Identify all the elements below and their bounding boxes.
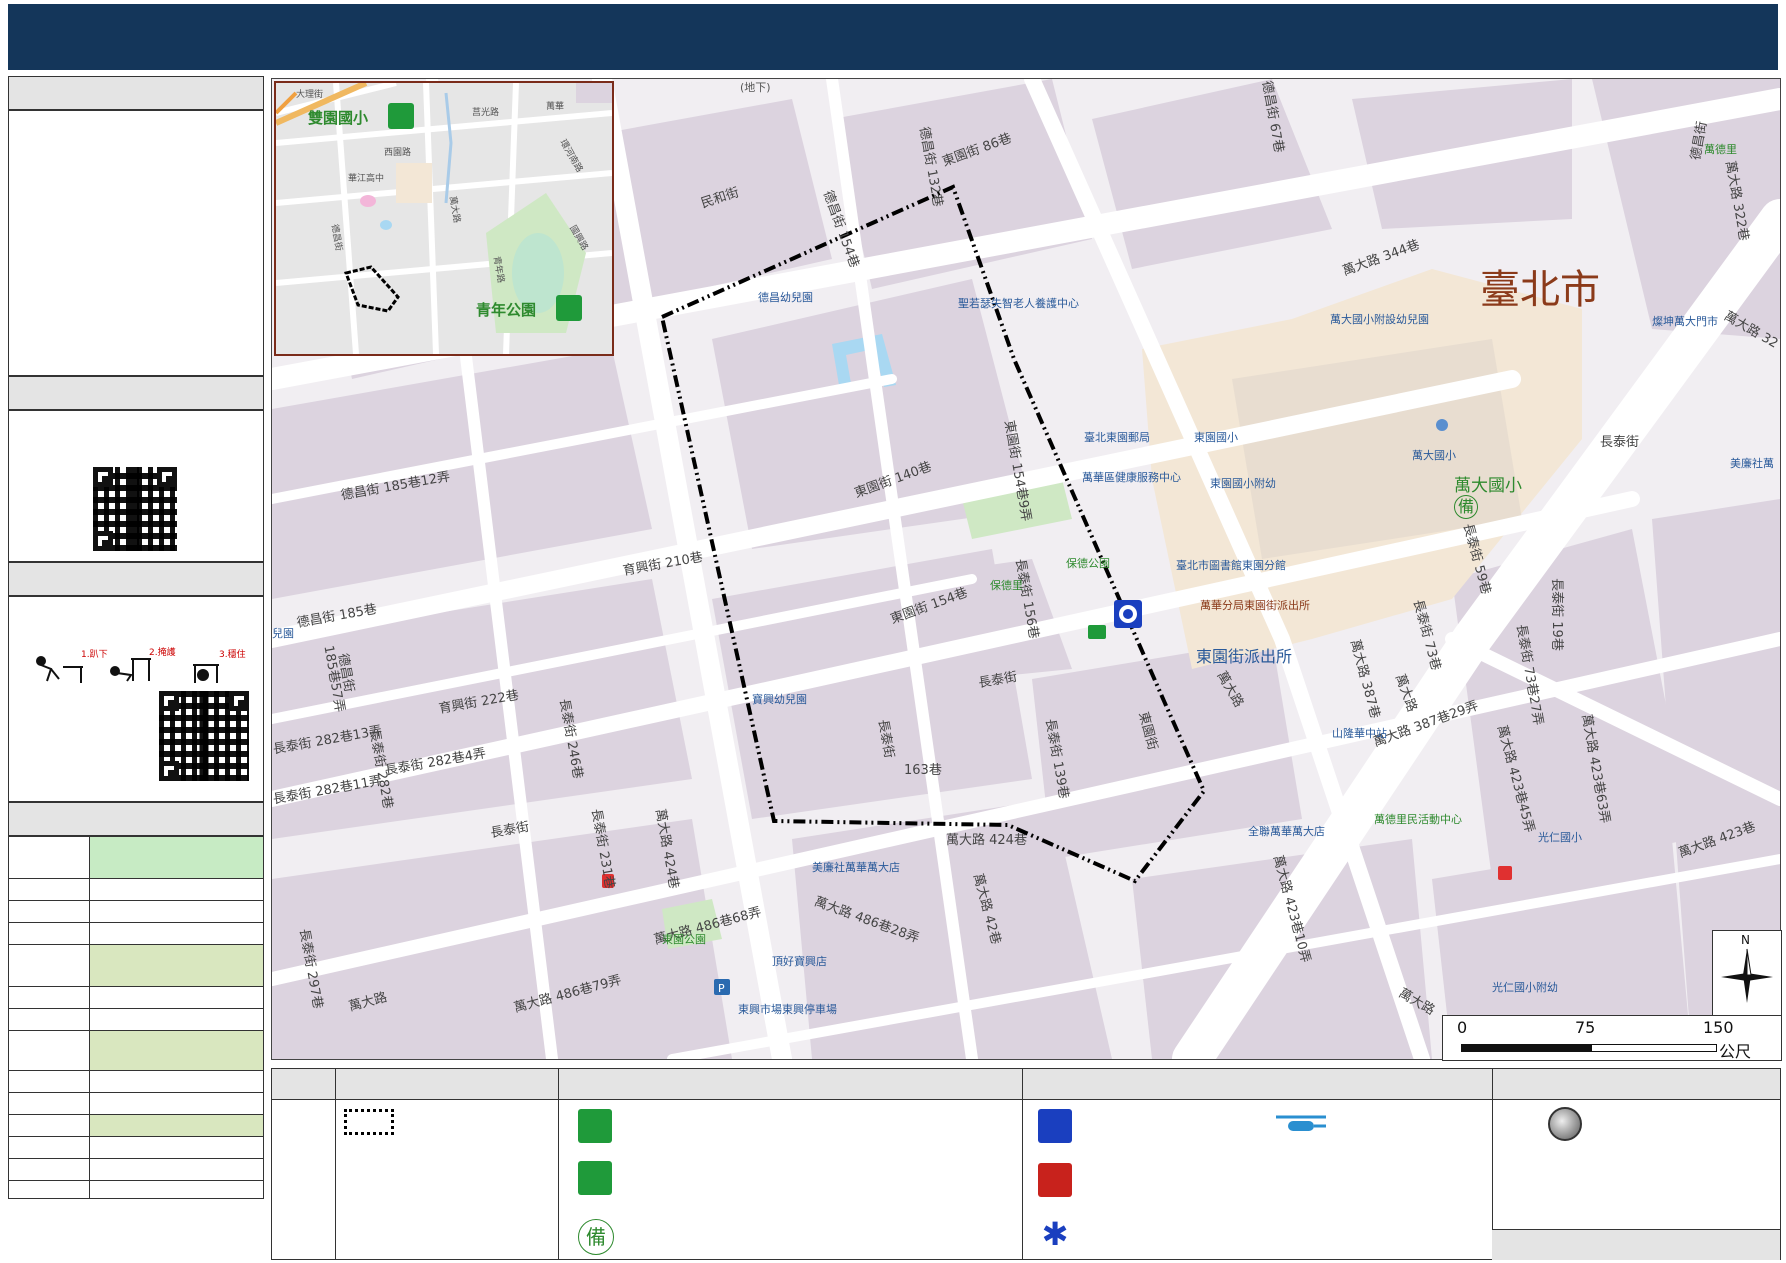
evacuation-site-icon [578,1161,612,1195]
description-box [8,110,264,376]
poi-label: 臺北東園郵局 [1084,431,1150,444]
inset-label-wanhua: 萬華 [546,102,565,112]
legend-header [272,1069,1780,1100]
svg-text:P: P [718,982,725,995]
legend-panel: 備 ✱ [271,1068,1781,1260]
qr-code-2[interactable] [159,691,249,781]
reserve-mark: 備 [1454,495,1478,519]
scale-tick-75: 75 [1575,1018,1596,1037]
poi-label: 東園國小 [1194,431,1238,444]
poi-label: 東園公園 [662,933,706,946]
poi-label: 燦坤萬大門市 [1652,315,1718,328]
poi-label: 頂好寶興店 [772,955,827,968]
police-icon [1110,603,1142,635]
scale-bar-fill [1461,1044,1591,1052]
police-label: 東園街派出所 [1196,647,1293,666]
poi-label: 保德里 [990,579,1023,592]
header-bar [8,4,1778,70]
poi-label: 美廉社萬 [1730,457,1774,470]
poi-label: 光仁國小 [1538,831,1582,844]
contact-table [8,836,264,1199]
poi-label: 美廉社萬華萬大店 [812,861,900,874]
poi-label: 萬德里民活動中心 [1374,813,1462,826]
inset-street-dali: 大理街 [296,90,324,100]
qr-box-1 [8,410,264,562]
street-label: 長泰街 19巷 [1548,578,1564,651]
poi-label: 兒園 [272,627,294,640]
earthquake-illustration: 1.趴下 2.掩護 3.穩住 [36,646,246,683]
inset-map[interactable]: 雙園國小 青年公園 大理街 莒光路 西園路 華江高中 萬大路 青年路 環河南路 … [274,81,614,356]
left-panel: 1.趴下 2.掩護 3.穩住 [8,76,264,1258]
scale-unit: 公尺 [1719,1042,1752,1061]
poi-label: 萬大國小 [1412,449,1456,462]
library-icon [1088,625,1106,639]
poi-label: (地下) [740,81,771,94]
assembly-point-icon [1548,1107,1582,1141]
legend-footer [1492,1229,1780,1260]
poi-label: 聖若瑟失智老人養護中心 [958,297,1079,310]
section-header-1 [8,76,264,110]
inset-label-qingnian: 青年公園 [476,301,537,319]
step-3-label: 3.穩住 [219,648,246,660]
poi-label: 萬大國小附設幼兒園 [1330,313,1429,326]
poi-label: 萬華區健康服務中心 [1082,471,1181,484]
drill-box: 1.趴下 2.掩護 3.穩住 [8,596,264,802]
shelter-label: 萬大國小 [1454,476,1522,496]
poi-label: 德昌幼兒園 [758,291,813,304]
poi-label: 臺北市圖書館東園分館 [1176,559,1286,572]
inset-label-shuangyuan: 雙園國小 [308,109,369,127]
section-header-3 [8,562,264,596]
school-icon [1436,419,1448,431]
poi-label: 寶興幼兒園 [752,693,807,706]
inset-street-juguang: 莒光路 [472,108,500,118]
street-label: 萬大路 424巷 [946,833,1027,848]
section-header-4 [8,802,264,836]
poi-label: 保德公園 [1066,557,1110,570]
poi-label: 萬德里 [1704,143,1737,156]
fire-station-icon [1038,1163,1072,1197]
helicopter-icon [1276,1113,1326,1137]
poi-label: 東興市場東興停車場 [738,1003,837,1016]
scale-bar: 0 75 150 公尺 [1442,1015,1782,1061]
section-header-2 [8,376,264,410]
scale-bar-empty [1591,1044,1717,1052]
poi-label: 山隆華中站 [1332,727,1387,740]
shelter-icon-inset [388,103,414,129]
reserve-icon: 備 [578,1219,614,1255]
scale-tick-0: 0 [1457,1018,1468,1037]
street-label: 長泰街 [1600,435,1640,450]
boundary-symbol [344,1109,394,1135]
inset-street-xiyuan: 西園路 [384,148,412,158]
region-label: 臺北市 [1480,267,1600,313]
inset-label-huajiang: 華江高中 [348,174,385,184]
shelter-icon [578,1109,612,1143]
scale-tick-150: 150 [1703,1018,1734,1037]
main-map[interactable]: P 雙園國小 青年公園 大理街 莒光路 西園路 華江高中 萬大路 青年路 環河南… [271,78,1781,1060]
step-2-label: 2.掩護 [149,646,176,658]
evac-icon-inset [556,295,582,321]
step-1-label: 1.趴下 [81,649,108,660]
north-arrow: N [1712,930,1782,1016]
poi-label: 萬華分局東園街派出所 [1200,599,1310,612]
medical-icon: ✱ [1041,1215,1069,1253]
poi-label: 全聯萬華萬大店 [1248,825,1325,838]
street-label: 163巷 [904,763,942,778]
police-icon [1038,1109,1072,1143]
qr-code-1[interactable] [93,467,177,551]
poi-label: 東園國小附幼 [1210,477,1276,490]
poi-label: 光仁國小附幼 [1492,981,1558,994]
